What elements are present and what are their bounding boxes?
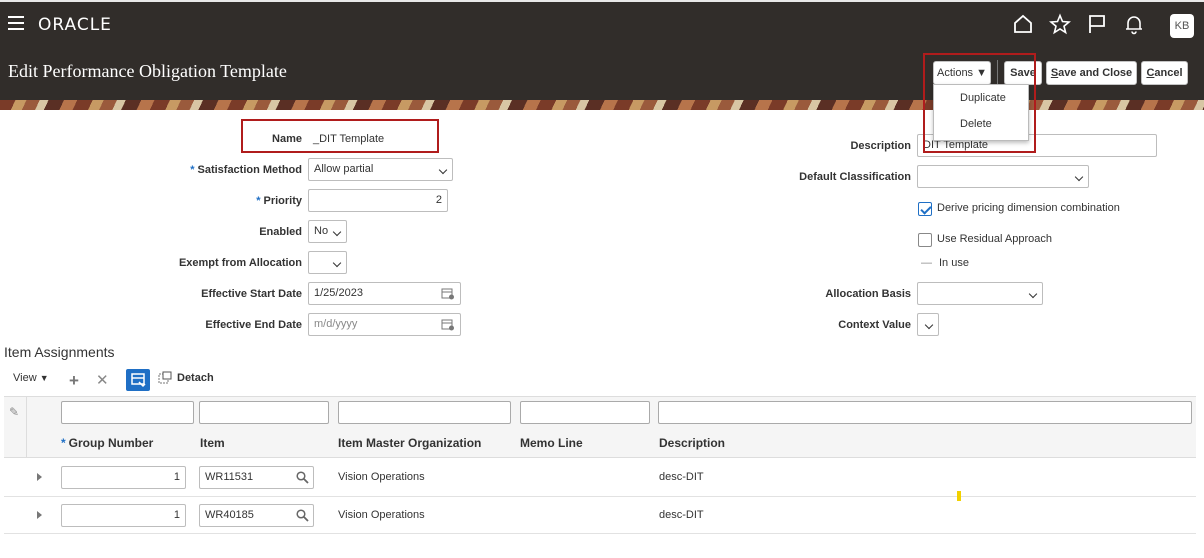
- column-header-item[interactable]: Item: [200, 436, 225, 450]
- enabled-select[interactable]: No: [308, 220, 347, 243]
- menu-icon[interactable]: [8, 16, 24, 30]
- filter-description[interactable]: [658, 401, 1192, 424]
- page-title: Edit Performance Obligation Template: [8, 61, 287, 81]
- chevron-down-icon: [332, 227, 342, 237]
- row-divider: [4, 533, 1196, 534]
- column-header-memo-line[interactable]: Memo Line: [520, 436, 583, 450]
- freeze-icon[interactable]: [126, 369, 150, 391]
- item-input[interactable]: WR11531: [199, 466, 314, 489]
- filter-item[interactable]: [199, 401, 329, 424]
- use-residual-label: Use Residual Approach: [937, 233, 1052, 245]
- group-number-input[interactable]: 1: [61, 466, 186, 489]
- calendar-icon[interactable]: [441, 318, 455, 331]
- edit-pencil-icon: ✎: [9, 405, 20, 419]
- allocation-basis-label: Allocation Basis: [825, 288, 911, 300]
- end-date-input[interactable]: m/d/yyyy: [308, 313, 461, 336]
- filter-item-master-org[interactable]: [338, 401, 511, 424]
- section-title-item-assignments: Item Assignments: [4, 344, 115, 360]
- description-cell: desc-DIT: [659, 471, 704, 483]
- calendar-icon[interactable]: [441, 287, 455, 300]
- global-header: ORACLE KB: [0, 0, 1204, 47]
- filter-group-number[interactable]: [61, 401, 194, 424]
- start-date-input[interactable]: 1/25/2023: [308, 282, 461, 305]
- cancel-button[interactable]: Cancel: [1141, 61, 1188, 85]
- highlight-box-name: [241, 119, 439, 153]
- item-master-org-cell: Vision Operations: [338, 509, 425, 521]
- oracle-logo[interactable]: ORACLE: [38, 15, 112, 35]
- search-icon[interactable]: [296, 471, 309, 484]
- add-icon[interactable]: +: [69, 371, 79, 391]
- delete-icon[interactable]: ✕: [96, 371, 109, 389]
- required-marker: *: [61, 436, 66, 450]
- flag-icon[interactable]: [1086, 13, 1108, 35]
- highlight-box-actions: [923, 53, 1036, 153]
- item-master-org-cell: Vision Operations: [338, 471, 425, 483]
- chevron-down-icon: [1028, 289, 1038, 299]
- description-label: Description: [850, 140, 911, 152]
- column-header-description[interactable]: Description: [659, 436, 725, 450]
- priority-label: * Priority: [256, 195, 302, 207]
- end-date-label: Effective End Date: [205, 319, 302, 331]
- enabled-label: Enabled: [259, 226, 302, 238]
- priority-input[interactable]: 2: [308, 189, 448, 212]
- search-icon[interactable]: [296, 509, 309, 522]
- chevron-down-icon: [438, 165, 448, 175]
- context-value-select[interactable]: [917, 313, 939, 336]
- cursor-marker: [957, 491, 961, 501]
- row-expand-icon[interactable]: [37, 473, 42, 481]
- column-header-group-number[interactable]: * Group Number: [61, 436, 153, 450]
- view-menu[interactable]: View ▼: [13, 372, 49, 384]
- use-residual-checkbox[interactable]: [918, 233, 932, 247]
- star-icon[interactable]: [1048, 13, 1072, 35]
- detach-label[interactable]: Detach: [177, 372, 214, 384]
- default-classification-select[interactable]: [917, 165, 1089, 188]
- required-marker: *: [256, 195, 261, 207]
- context-value-label: Context Value: [838, 319, 911, 331]
- row-divider: [4, 496, 1196, 497]
- column-divider: [26, 396, 27, 458]
- satisfaction-method-select[interactable]: Allow partial: [308, 158, 453, 181]
- exempt-select[interactable]: [308, 251, 347, 274]
- home-icon[interactable]: [1012, 13, 1034, 35]
- in-use-dash: —: [921, 257, 932, 269]
- derive-pricing-checkbox[interactable]: [918, 202, 932, 216]
- default-classification-label: Default Classification: [799, 171, 911, 183]
- allocation-basis-select[interactable]: [917, 282, 1043, 305]
- exempt-label: Exempt from Allocation: [178, 257, 302, 269]
- item-input[interactable]: WR40185: [199, 504, 314, 527]
- column-header-item-master-org[interactable]: Item Master Organization: [338, 436, 481, 450]
- chevron-down-icon: [332, 258, 342, 268]
- derive-pricing-label: Derive pricing dimension combination: [937, 202, 1120, 214]
- filter-memo-line[interactable]: [520, 401, 650, 424]
- save-and-close-button[interactable]: Save and Close: [1046, 61, 1137, 85]
- description-cell: desc-DIT: [659, 509, 704, 521]
- satisfaction-method-label: * Satisfaction Method: [190, 164, 302, 176]
- group-number-input[interactable]: 1: [61, 504, 186, 527]
- in-use-label: In use: [939, 257, 969, 269]
- detach-icon[interactable]: [158, 371, 172, 388]
- row-expand-icon[interactable]: [37, 511, 42, 519]
- start-date-label: Effective Start Date: [201, 288, 302, 300]
- user-avatar[interactable]: KB: [1170, 14, 1194, 38]
- bell-icon[interactable]: [1123, 13, 1145, 35]
- required-marker: *: [190, 164, 195, 176]
- chevron-down-icon: [1074, 172, 1084, 182]
- caret-down-icon: ▼: [39, 373, 49, 383]
- chevron-down-icon: [924, 320, 934, 330]
